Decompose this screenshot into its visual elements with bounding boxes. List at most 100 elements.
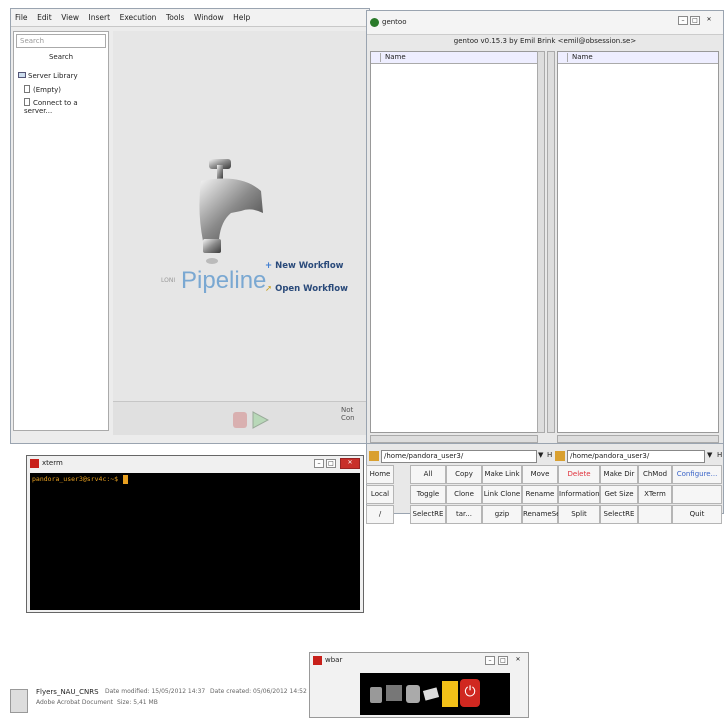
btn-selectre-right[interactable]: SelectRE (600, 505, 638, 524)
right-path-dropdown[interactable]: ▼ (707, 451, 712, 459)
maximize-button[interactable]: □ (326, 459, 336, 468)
new-workflow-link[interactable]: + New Workflow (265, 261, 344, 271)
btn-selectre-left[interactable]: SelectRE (410, 505, 446, 524)
terminal-area[interactable]: pandora_user3@srv4c:~$ (30, 473, 360, 610)
btn-quit[interactable]: Quit (672, 505, 722, 524)
monitor-icon[interactable] (386, 685, 402, 701)
terminal-cursor (123, 475, 128, 484)
menu-tools[interactable]: Tools (162, 9, 187, 22)
tree-item-empty[interactable]: (Empty) (24, 85, 61, 94)
pipeline-menubar: File Edit View Insert Execution Tools Wi… (11, 9, 369, 27)
file-details: Flyers_NAU_CNRS Adobe Acrobat Document D… (10, 686, 310, 720)
menu-view[interactable]: View (57, 9, 82, 22)
workflow-canvas[interactable]: LONI Pipeline + New Workflow ➚ Open Work… (113, 31, 369, 401)
archive-icon[interactable] (442, 681, 458, 707)
wbar-title: wbar (325, 656, 343, 664)
btn-copy[interactable]: Copy (446, 465, 482, 484)
file-created: Date created: 05/06/2012 14:52 (210, 688, 307, 695)
library-panel: Search Search Server Library (Empty) Con… (13, 31, 109, 431)
right-path-input[interactable]: /home/pandora_user3/ (567, 450, 705, 463)
btn-tar[interactable]: tar... (446, 505, 482, 524)
xterm-title: xterm (42, 459, 63, 467)
menu-execution[interactable]: Execution (116, 9, 160, 22)
btn-link-clone[interactable]: Link Clone (482, 485, 522, 504)
left-h-scrollbar[interactable] (370, 435, 538, 443)
tree-item-label: (Empty) (33, 86, 62, 94)
wrench-icon[interactable] (406, 685, 420, 703)
menu-window[interactable]: Window (190, 9, 227, 22)
btn-gzip[interactable]: gzip (482, 505, 522, 524)
file-name: Flyers_NAU_CNRS (36, 688, 99, 696)
btn-move[interactable]: Move (522, 465, 558, 484)
file-size: Size: 5,41 MB (117, 699, 158, 706)
btn-split[interactable]: Split (558, 505, 600, 524)
right-file-pane[interactable]: Name (557, 51, 719, 433)
btn-delete[interactable]: Delete (558, 465, 600, 484)
terminal-prompt: pandora_user3@srv4c:~$ (32, 475, 119, 483)
maximize-button[interactable]: □ (690, 16, 700, 25)
status-text: Not Con (341, 406, 355, 422)
btn-toggle[interactable]: Toggle (410, 485, 446, 504)
open-arrow-icon: ➚ (265, 284, 273, 294)
close-button[interactable]: ✕ (704, 16, 714, 25)
btn-rename[interactable]: Rename (522, 485, 558, 504)
left-column-header[interactable]: Name (371, 52, 537, 64)
btn-renameseq[interactable]: RenameSeq (522, 505, 565, 524)
left-scrollbar[interactable] (537, 51, 545, 433)
open-workflow-link[interactable]: ➚ Open Workflow (265, 284, 348, 294)
folder-icon[interactable] (369, 451, 379, 461)
pipeline-status-bar: Not Con (113, 401, 369, 435)
stop-icon[interactable] (233, 412, 247, 428)
btn-make-link[interactable]: Make Link (482, 465, 522, 484)
btn-information[interactable]: Information (558, 485, 600, 504)
minimize-button[interactable]: – (485, 656, 495, 665)
btn-all[interactable]: All (410, 465, 446, 484)
btn-get-size[interactable]: Get Size (600, 485, 638, 504)
btn-clone[interactable]: Clone (446, 485, 482, 504)
new-workflow-label: New Workflow (275, 261, 344, 271)
gentoo-window: gentoo – □ ✕ gentoo v0.15.3 by Emil Brin… (366, 10, 724, 444)
left-path-dropdown[interactable]: ▼ (538, 451, 543, 459)
left-name-column[interactable]: Name (385, 53, 406, 62)
right-name-column[interactable]: Name (572, 53, 593, 62)
gentoo-subtitle: gentoo v0.15.3 by Emil Brink <emil@obses… (453, 37, 637, 45)
library-search-input[interactable]: Search (16, 34, 106, 48)
tree-item-connect[interactable]: Connect to a server... (24, 98, 108, 115)
play-icon[interactable] (251, 411, 269, 429)
document-icon (24, 85, 30, 93)
power-icon[interactable]: ⏻ (460, 679, 480, 707)
tree-root[interactable]: Server Library (18, 72, 78, 80)
xterm-app-icon (30, 459, 39, 468)
menu-file[interactable]: File (11, 9, 31, 22)
pane-divider[interactable] (547, 51, 555, 433)
library-search-button[interactable]: Search (16, 51, 106, 65)
btn-make-dir[interactable]: Make Dir (600, 465, 638, 484)
eraser-icon[interactable] (422, 687, 440, 701)
pdf-file-icon (10, 689, 28, 713)
settings-icon[interactable] (370, 687, 382, 703)
btn-home[interactable]: Home (366, 465, 394, 484)
folder-icon[interactable] (555, 451, 565, 461)
menu-help[interactable]: Help (229, 9, 253, 22)
close-button[interactable]: ✕ (340, 458, 360, 469)
minimize-button[interactable]: – (678, 16, 688, 25)
btn-configure[interactable]: Configure... (672, 465, 722, 484)
left-file-pane[interactable]: Name (370, 51, 538, 433)
menu-insert[interactable]: Insert (85, 9, 114, 22)
btn-xterm[interactable]: XTerm (638, 485, 672, 504)
btn-chmod[interactable]: ChMod (638, 465, 672, 484)
column-type-cell (373, 53, 381, 62)
column-type-cell (560, 53, 568, 62)
btn-root[interactable]: / (366, 505, 394, 524)
menu-edit[interactable]: Edit (33, 9, 55, 22)
gentoo-titlebar[interactable]: gentoo – □ ✕ (367, 11, 723, 35)
right-h-scrollbar[interactable] (557, 435, 719, 443)
close-button[interactable]: ✕ (513, 656, 523, 665)
maximize-button[interactable]: □ (498, 656, 508, 665)
left-path-input[interactable]: /home/pandora_user3/ (381, 450, 537, 463)
right-hidden-toggle[interactable]: H (717, 451, 722, 459)
btn-local[interactable]: Local (366, 485, 394, 504)
left-hidden-toggle[interactable]: H (547, 451, 552, 459)
right-column-header[interactable]: Name (558, 52, 718, 64)
minimize-button[interactable]: – (314, 459, 324, 468)
